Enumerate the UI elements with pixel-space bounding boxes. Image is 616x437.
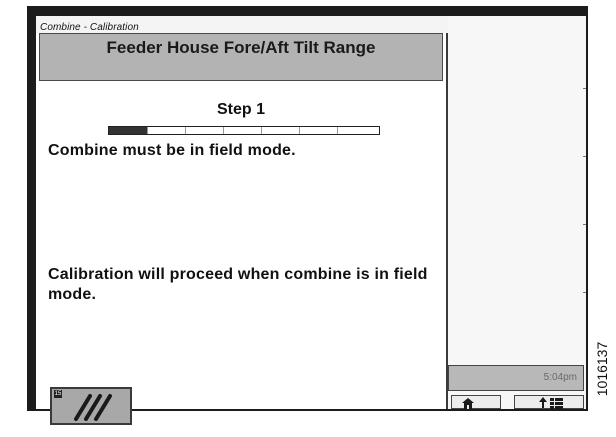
softkey-marker bbox=[583, 88, 586, 89]
exit-button[interactable]: 15 bbox=[50, 387, 132, 425]
progress-tick bbox=[337, 127, 338, 134]
progress-tick bbox=[147, 127, 148, 134]
clock-time: 5:04pm bbox=[543, 372, 577, 383]
up-arrow-menu-icon bbox=[539, 397, 563, 409]
softkey-marker bbox=[583, 156, 586, 157]
softkey-panel bbox=[448, 16, 586, 409]
slashes-icon bbox=[74, 394, 112, 421]
softkey-marker bbox=[583, 224, 586, 225]
home-icon bbox=[462, 398, 474, 409]
step-progress-fill bbox=[109, 127, 147, 134]
page-title: Feeder House Fore/Aft Tilt Range bbox=[106, 38, 376, 57]
softkey-marker bbox=[583, 292, 586, 293]
progress-tick bbox=[261, 127, 262, 134]
status-message: Calibration will proceed when combine is… bbox=[48, 266, 428, 303]
instruction-message: Combine must be in field mode. bbox=[48, 142, 296, 159]
clock-display: 5:04pm bbox=[448, 365, 584, 391]
progress-tick bbox=[299, 127, 300, 134]
screen-title: Combine - Calibration bbox=[40, 22, 139, 33]
step-progress-bar bbox=[108, 126, 380, 135]
figure-number: 1016137 bbox=[590, 334, 614, 404]
figure-number-text: 1016137 bbox=[594, 341, 610, 397]
softkey-number-badge: 15 bbox=[54, 390, 62, 398]
main-panel: Feeder House Fore/Aft Tilt Range Step 1 … bbox=[36, 33, 448, 425]
menu-button[interactable] bbox=[514, 395, 584, 409]
progress-tick bbox=[223, 127, 224, 134]
step-label: Step 1 bbox=[216, 101, 265, 118]
home-button[interactable] bbox=[451, 395, 501, 409]
display-screen: Combine - Calibration Feeder House Fore/… bbox=[36, 16, 586, 425]
progress-tick bbox=[185, 127, 186, 134]
header-bar: Feeder House Fore/Aft Tilt Range bbox=[39, 33, 443, 81]
